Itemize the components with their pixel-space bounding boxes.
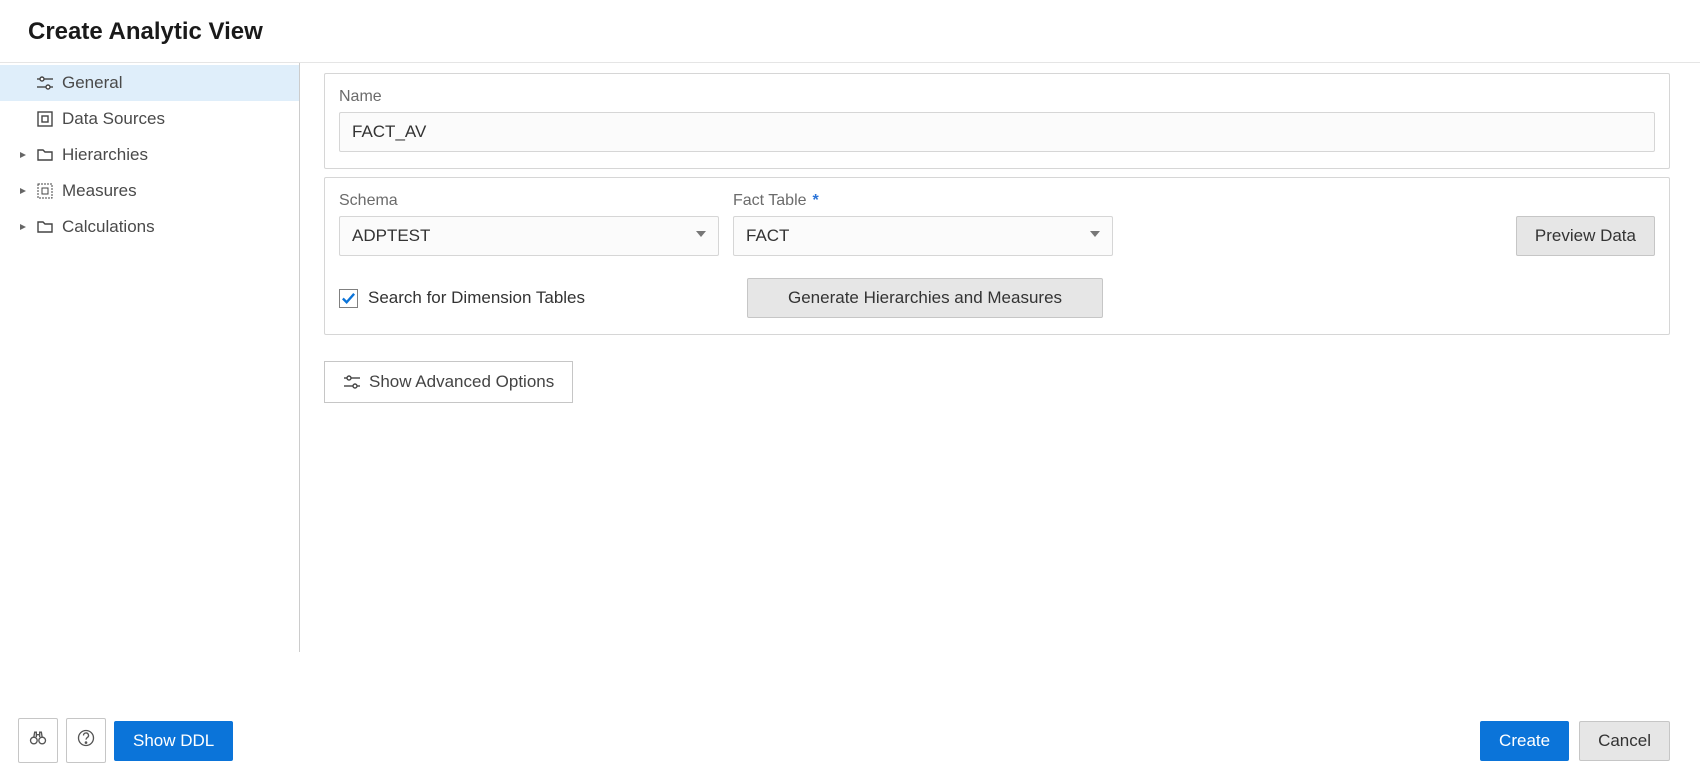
datasource-icon [36,110,54,128]
sidebar-item-label: General [62,73,122,93]
sidebar: General Data Sources Hierarchies [0,63,300,652]
search-dimension-checkbox[interactable] [339,289,358,308]
show-advanced-options-button[interactable]: Show Advanced Options [324,361,573,403]
measures-icon [36,182,54,200]
sliders-icon [343,373,361,391]
sidebar-item-label: Calculations [62,217,155,237]
folder-icon [36,146,54,164]
search-dimension-label: Search for Dimension Tables [368,288,585,308]
show-ddl-button[interactable]: Show DDL [114,721,233,761]
name-input[interactable] [339,112,1655,152]
sidebar-item-label: Data Sources [62,109,165,129]
advanced-options-label: Show Advanced Options [369,372,554,392]
sidebar-item-measures[interactable]: Measures [0,173,299,209]
sidebar-item-data-sources[interactable]: Data Sources [0,101,299,137]
dialog-header: Create Analytic View [0,0,1700,62]
required-asterisk: * [813,192,819,210]
binoculars-icon [28,728,48,753]
footer-bar: Show DDL Create Cancel [0,704,1700,776]
sidebar-item-label: Measures [62,181,137,201]
sidebar-item-hierarchies[interactable]: Hierarchies [0,137,299,173]
folder-icon [36,218,54,236]
help-button[interactable] [66,718,106,763]
fact-table-select[interactable]: FACT [733,216,1113,256]
schema-label: Schema [339,192,719,210]
cancel-button[interactable]: Cancel [1579,721,1670,761]
sidebar-item-label: Hierarchies [62,145,148,165]
generate-hierarchies-button[interactable]: Generate Hierarchies and Measures [747,278,1103,318]
fact-table-label: Fact Table * [733,192,1113,210]
sliders-icon [36,74,54,92]
name-label: Name [339,88,1655,106]
caret-icon [18,186,28,196]
sidebar-item-general[interactable]: General [0,65,299,101]
schema-panel: Schema ADPTEST Fact Table * [324,177,1670,335]
find-button[interactable] [18,718,58,763]
dialog-body: General Data Sources Hierarchies [0,62,1700,652]
fact-table-select-value: FACT [746,226,789,245]
create-button[interactable]: Create [1480,721,1569,761]
caret-icon [18,222,28,232]
fact-table-label-text: Fact Table [733,192,807,210]
caret-icon [18,150,28,160]
sidebar-item-calculations[interactable]: Calculations [0,209,299,245]
preview-data-button[interactable]: Preview Data [1516,216,1655,256]
schema-select[interactable]: ADPTEST [339,216,719,256]
schema-select-value: ADPTEST [352,226,430,245]
help-icon [76,728,96,753]
main-panel: Name Schema ADPTEST [300,63,1700,652]
name-panel: Name [324,73,1670,169]
dialog-title: Create Analytic View [28,18,1700,46]
